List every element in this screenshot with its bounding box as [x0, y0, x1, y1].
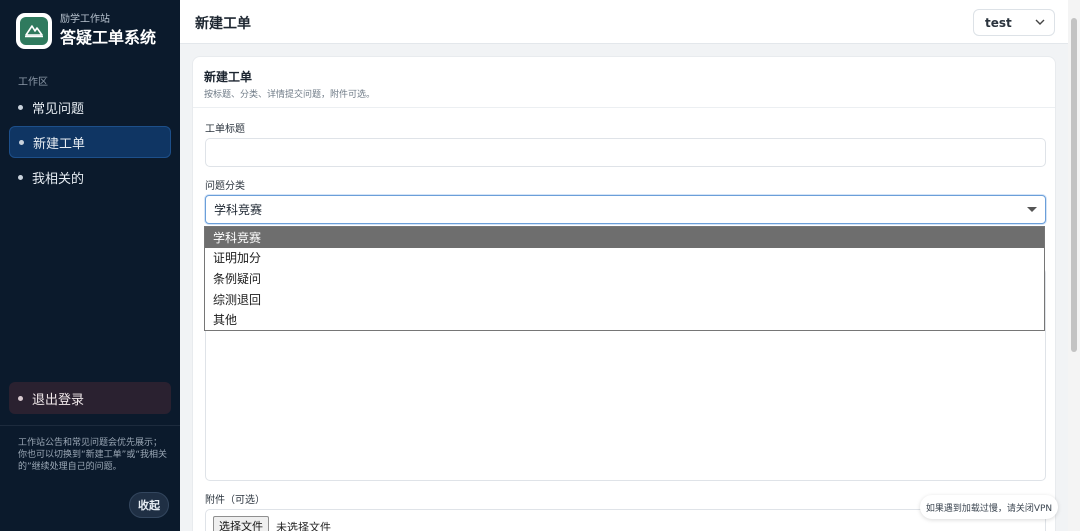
brand-title: 答疑工单系统 — [60, 27, 157, 47]
dropdown-option[interactable]: 其他 — [205, 309, 1044, 330]
category-selected-value: 学科竞赛 — [214, 203, 263, 217]
bullet-icon — [18, 174, 23, 180]
caret-down-icon — [1027, 207, 1037, 212]
app-logo — [16, 13, 52, 49]
bullet-icon — [19, 139, 24, 145]
top-header: 新建工单 test — [180, 0, 1068, 44]
file-status: 未选择文件 — [276, 521, 331, 531]
choose-file-button[interactable]: 选择文件 — [213, 516, 269, 531]
dropdown-option[interactable]: 条例疑问 — [205, 268, 1044, 289]
page-scrollbar[interactable] — [1068, 0, 1080, 531]
dropdown-option[interactable]: 综测退回 — [205, 289, 1044, 310]
user-menu[interactable]: test — [973, 9, 1055, 36]
chevron-down-icon — [1035, 19, 1045, 25]
sidebar-item-label: 我相关的 — [32, 171, 85, 187]
ticket-title-input[interactable] — [205, 138, 1046, 167]
sidebar-item-related[interactable]: 我相关的 — [9, 161, 171, 193]
sidebar-item-label: 新建工单 — [33, 136, 86, 152]
logout-button[interactable]: 退出登录 — [9, 382, 171, 414]
sidebar-item-faq[interactable]: 常见问题 — [9, 91, 171, 123]
card-title: 新建工单 — [204, 70, 253, 84]
brand-subtitle: 励学工作站 — [60, 13, 110, 25]
sidebar-note: 工作站公告和常见问题会优先展示；你也可以切换到“新建工单”或“我相关的”继续处理… — [18, 438, 167, 472]
dropdown-option[interactable]: 学科竞赛 — [205, 227, 1044, 248]
category-select[interactable]: 学科竞赛 — [205, 195, 1046, 224]
attachment-field: 选择文件 未选择文件 — [205, 509, 1046, 531]
dropdown-option[interactable]: 证明加分 — [205, 248, 1044, 269]
card-divider — [193, 107, 1055, 108]
brand: 励学工作站 答疑工单系统 — [16, 13, 156, 49]
category-field-label: 问题分类 — [205, 181, 245, 192]
logout-label: 退出登录 — [32, 392, 85, 408]
scrollbar-thumb[interactable] — [1071, 18, 1077, 352]
bullet-icon — [18, 395, 23, 401]
attachment-label: 附件（可选） — [205, 495, 265, 506]
vpn-tip-toast: 如果遇到加载过慢，请关闭VPN — [920, 495, 1058, 519]
logo-icon — [20, 17, 48, 45]
sidebar-item-new-ticket[interactable]: 新建工单 — [9, 126, 171, 158]
collapse-button[interactable]: 收起 — [129, 492, 169, 518]
sidebar-divider — [0, 425, 180, 426]
card-subtitle: 按标题、分类、详情提交问题，附件可选。 — [204, 90, 376, 100]
page-title: 新建工单 — [195, 16, 251, 32]
category-dropdown-list: 学科竞赛 证明加分 条例疑问 综测退回 其他 — [204, 226, 1045, 331]
sidebar-item-label: 常见问题 — [32, 101, 85, 117]
user-name: test — [985, 15, 1012, 30]
section-label: 工作区 — [18, 77, 48, 88]
bullet-icon — [18, 104, 23, 110]
sidebar: 励学工作站 答疑工单系统 工作区 常见问题 新建工单 我相关的 退出登录 工作站… — [0, 0, 180, 531]
title-field-label: 工单标题 — [205, 124, 245, 135]
